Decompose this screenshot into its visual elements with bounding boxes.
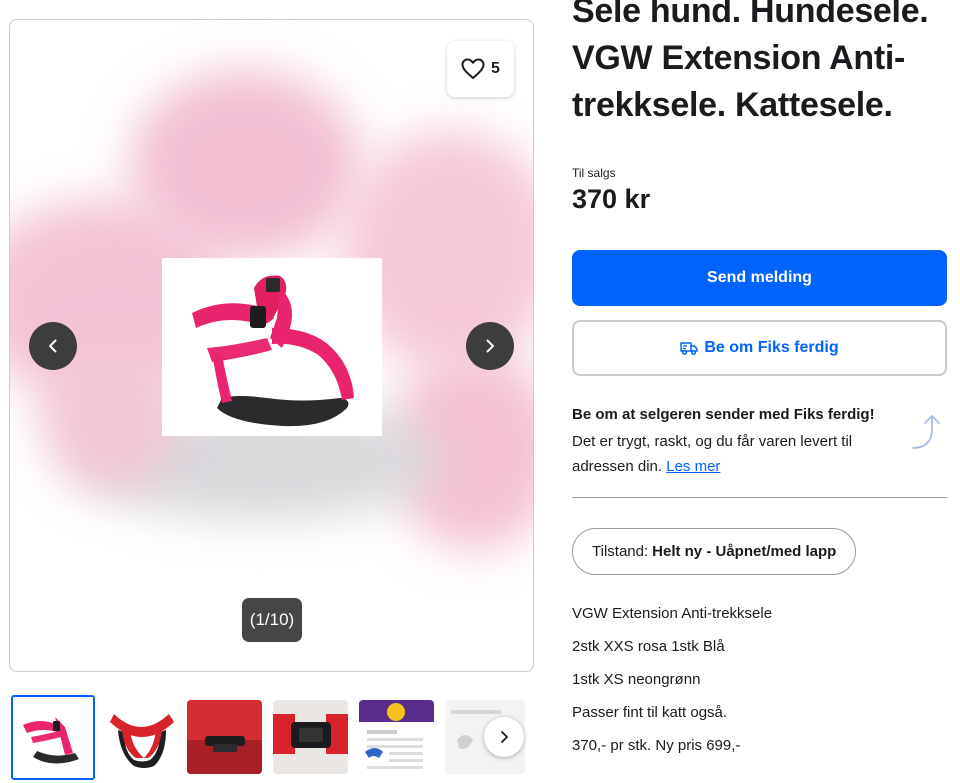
listing-title: Sele hund. Hundesele. VGW Extension Anti… (572, 0, 929, 124)
description-line: Passer fint til katt også. (572, 704, 728, 721)
fiks-promo-title: Be om at selgeren sender med Fiks ferdig… (572, 406, 875, 423)
condition-badge: Tilstand: Helt ny - Uåpnet/med lapp (572, 528, 857, 575)
read-more-link[interactable]: Les mer (666, 458, 720, 475)
thumbnail-image (104, 700, 179, 774)
description-line: VGW Extension Anti-trekksele (572, 605, 773, 622)
image-gallery: 5 (1/10) (9, 19, 534, 672)
thumbnails-next-button[interactable] (484, 717, 524, 757)
thumbnail-strip (11, 695, 535, 780)
image-counter: (1/10) (242, 598, 302, 642)
previous-image-button[interactable] (29, 322, 77, 370)
delivery-truck-icon (680, 342, 699, 356)
curved-arrow-icon (910, 412, 944, 452)
thumbnail-image (13, 697, 93, 778)
thumbnail-image (273, 700, 348, 774)
thumbnail-4[interactable] (273, 700, 348, 774)
thumbnail-2[interactable] (104, 700, 179, 774)
condition-label: Tilstand: (592, 543, 649, 560)
price: 370 kr (572, 184, 651, 214)
heart-icon (461, 58, 485, 79)
thumbnail-image (187, 700, 262, 774)
harness-image (192, 275, 354, 427)
fiks-ferdig-button[interactable]: Be om Fiks ferdig (572, 320, 947, 376)
next-image-button[interactable] (466, 322, 514, 370)
chevron-right-icon (501, 731, 508, 743)
send-message-label: Send melding (707, 269, 812, 286)
sale-status: Til salgs (572, 166, 616, 180)
condition-value: Helt ny - Uåpnet/med lapp (652, 543, 837, 560)
send-message-button[interactable]: Send melding (572, 250, 947, 306)
fiks-ferdig-label: Be om Fiks ferdig (704, 339, 839, 356)
description-line: 370,- pr stk. Ny pris 699,- (572, 737, 741, 754)
description-line: 2stk XXS rosa 1stk Blå (572, 638, 725, 655)
thumbnail-5[interactable] (359, 700, 434, 774)
fiks-promo-text: Det er trygt, raskt, og du får varen lev… (572, 429, 882, 479)
section-divider (572, 497, 947, 498)
favorite-button[interactable]: 5 (447, 41, 514, 97)
description-line: 1stk XS neongrønn (572, 671, 701, 688)
favorite-count: 5 (491, 60, 500, 77)
thumbnail-3[interactable] (187, 700, 262, 774)
chevron-right-icon (486, 339, 494, 353)
chevron-left-icon (49, 339, 57, 353)
thumbnail-1[interactable] (11, 695, 95, 780)
main-product-image[interactable] (162, 258, 382, 436)
thumbnail-image (359, 700, 434, 774)
